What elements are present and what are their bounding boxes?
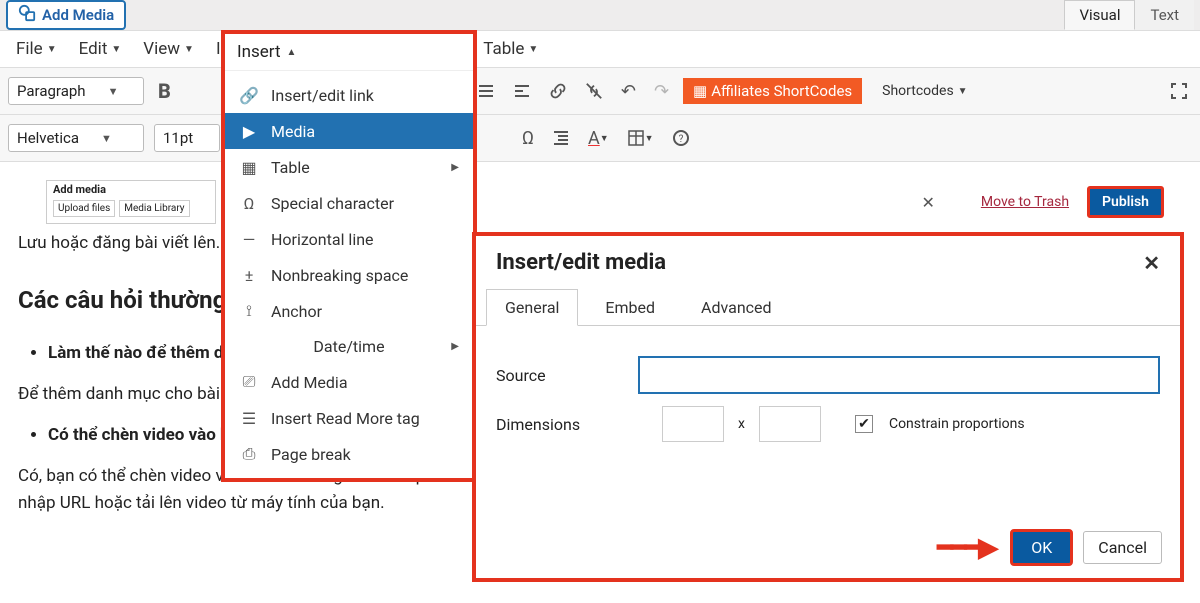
caret-down-icon: ▼ xyxy=(111,44,121,55)
height-input[interactable] xyxy=(759,406,821,442)
constrain-checkbox[interactable]: ✔ xyxy=(855,415,873,433)
chevron-down-icon: ▼ xyxy=(108,85,119,98)
hr-icon: — xyxy=(239,229,259,249)
affiliates-button[interactable]: ▦Affiliates ShortCodes xyxy=(683,78,862,104)
source-label: Source xyxy=(496,366,628,385)
align-left-button[interactable] xyxy=(509,80,535,102)
chevron-down-icon: ▼ xyxy=(101,132,112,145)
paragraph-select[interactable]: Paragraph▼ xyxy=(8,77,144,105)
help-button[interactable]: ? xyxy=(668,127,694,149)
menu-view[interactable]: View▼ xyxy=(133,35,204,63)
close-icon[interactable]: ✕ xyxy=(1143,251,1160,275)
insert-dropdown: Insert▲ 🔗Insert/edit link ▶Media ▦Table▶… xyxy=(221,30,477,482)
svg-text:?: ? xyxy=(678,134,683,145)
caret-down-icon: ▼ xyxy=(47,44,57,55)
source-input[interactable] xyxy=(638,356,1160,394)
width-input[interactable] xyxy=(662,406,724,442)
fullscreen-button[interactable] xyxy=(1166,80,1192,102)
insert-table[interactable]: ▦Table▶ xyxy=(225,149,473,185)
shortcodes-button[interactable]: Shortcodes▼ xyxy=(872,79,977,103)
fontsize-select[interactable]: 11pt xyxy=(154,124,220,152)
menu-table[interactable]: Table▼ xyxy=(473,35,548,63)
insert-datetime[interactable]: Date/time▶ xyxy=(225,329,473,364)
caret-down-icon: ▼ xyxy=(184,44,194,55)
insert-media[interactable]: ▶Media xyxy=(225,113,473,149)
insert-hr[interactable]: —Horizontal line xyxy=(225,221,473,257)
publish-button[interactable]: Publish xyxy=(1087,186,1164,218)
font-select[interactable]: Helvetica▼ xyxy=(8,124,144,152)
omega-icon: Ω xyxy=(239,193,259,213)
dialog-tab-advanced[interactable]: Advanced xyxy=(682,289,791,325)
dimensions-label: Dimensions xyxy=(496,415,628,434)
dialog-tab-embed[interactable]: Embed xyxy=(586,289,674,325)
undo-button[interactable]: ↶ xyxy=(617,79,640,104)
menu-edit[interactable]: Edit▼ xyxy=(69,35,132,63)
caret-down-icon: ▼ xyxy=(528,44,538,55)
add-media-button[interactable]: Add Media xyxy=(6,0,126,30)
table-icon: ▦ xyxy=(239,157,259,177)
nbsp-icon: ± xyxy=(239,265,259,285)
media-icon xyxy=(18,4,36,26)
media-icon: ⎚ xyxy=(239,372,259,392)
close-icon[interactable]: ✕ xyxy=(921,193,934,212)
unlink-button[interactable] xyxy=(581,80,607,102)
bold-button[interactable]: B xyxy=(154,77,175,105)
dialog-tab-general[interactable]: General xyxy=(486,289,578,326)
grid-icon: ▦ xyxy=(693,82,707,100)
media-icon: ▶ xyxy=(239,121,259,141)
dim-separator: x xyxy=(738,416,745,432)
link-button[interactable] xyxy=(545,80,571,102)
caret-down-icon: ▼ xyxy=(958,86,968,97)
caret-up-icon: ▲ xyxy=(287,47,297,58)
constrain-label: Constrain proportions xyxy=(889,416,1025,432)
insert-nbsp[interactable]: ±Nonbreaking space xyxy=(225,257,473,293)
readmore-icon: ☰ xyxy=(239,408,259,428)
ok-button[interactable]: OK xyxy=(1010,529,1073,566)
link-icon: 🔗 xyxy=(239,85,259,105)
tab-text[interactable]: Text xyxy=(1135,0,1194,30)
insert-media-dialog: Insert/edit media ✕ General Embed Advanc… xyxy=(472,232,1184,582)
add-media-label: Add Media xyxy=(42,6,114,24)
pagebreak-icon: ⎙ xyxy=(239,444,259,464)
move-to-trash-link[interactable]: Move to Trash xyxy=(981,194,1069,210)
insert-link[interactable]: 🔗Insert/edit link xyxy=(225,77,473,113)
bookmark-icon: ⟟ xyxy=(239,301,259,321)
insert-special[interactable]: ΩSpecial character xyxy=(225,185,473,221)
submenu-arrow-icon: ▶ xyxy=(451,162,459,173)
outdent-button[interactable] xyxy=(548,127,574,149)
arrow-right-icon: ━━━▶ xyxy=(937,533,996,563)
insert-dropdown-header[interactable]: Insert▲ xyxy=(225,34,473,71)
insert-anchor[interactable]: ⟟Anchor xyxy=(225,293,473,329)
tab-visual[interactable]: Visual xyxy=(1064,0,1135,30)
omega-button[interactable]: Ω xyxy=(518,126,538,151)
cancel-button[interactable]: Cancel xyxy=(1083,531,1162,564)
menu-file[interactable]: File▼ xyxy=(6,35,67,63)
redo-button[interactable]: ↷ xyxy=(650,79,673,104)
insert-add-media[interactable]: ⎚Add Media xyxy=(225,364,473,400)
submenu-arrow-icon: ▶ xyxy=(451,341,459,352)
caret-down-icon: ▼ xyxy=(645,133,654,144)
dialog-title: Insert/edit media xyxy=(496,250,666,275)
caret-down-icon: ▼ xyxy=(600,133,609,144)
insert-pagebreak[interactable]: ⎙Page break xyxy=(225,436,473,472)
text-color-button[interactable]: A▼ xyxy=(584,126,613,151)
table-button[interactable]: ▼ xyxy=(623,127,658,149)
insert-readmore[interactable]: ☰Insert Read More tag xyxy=(225,400,473,436)
